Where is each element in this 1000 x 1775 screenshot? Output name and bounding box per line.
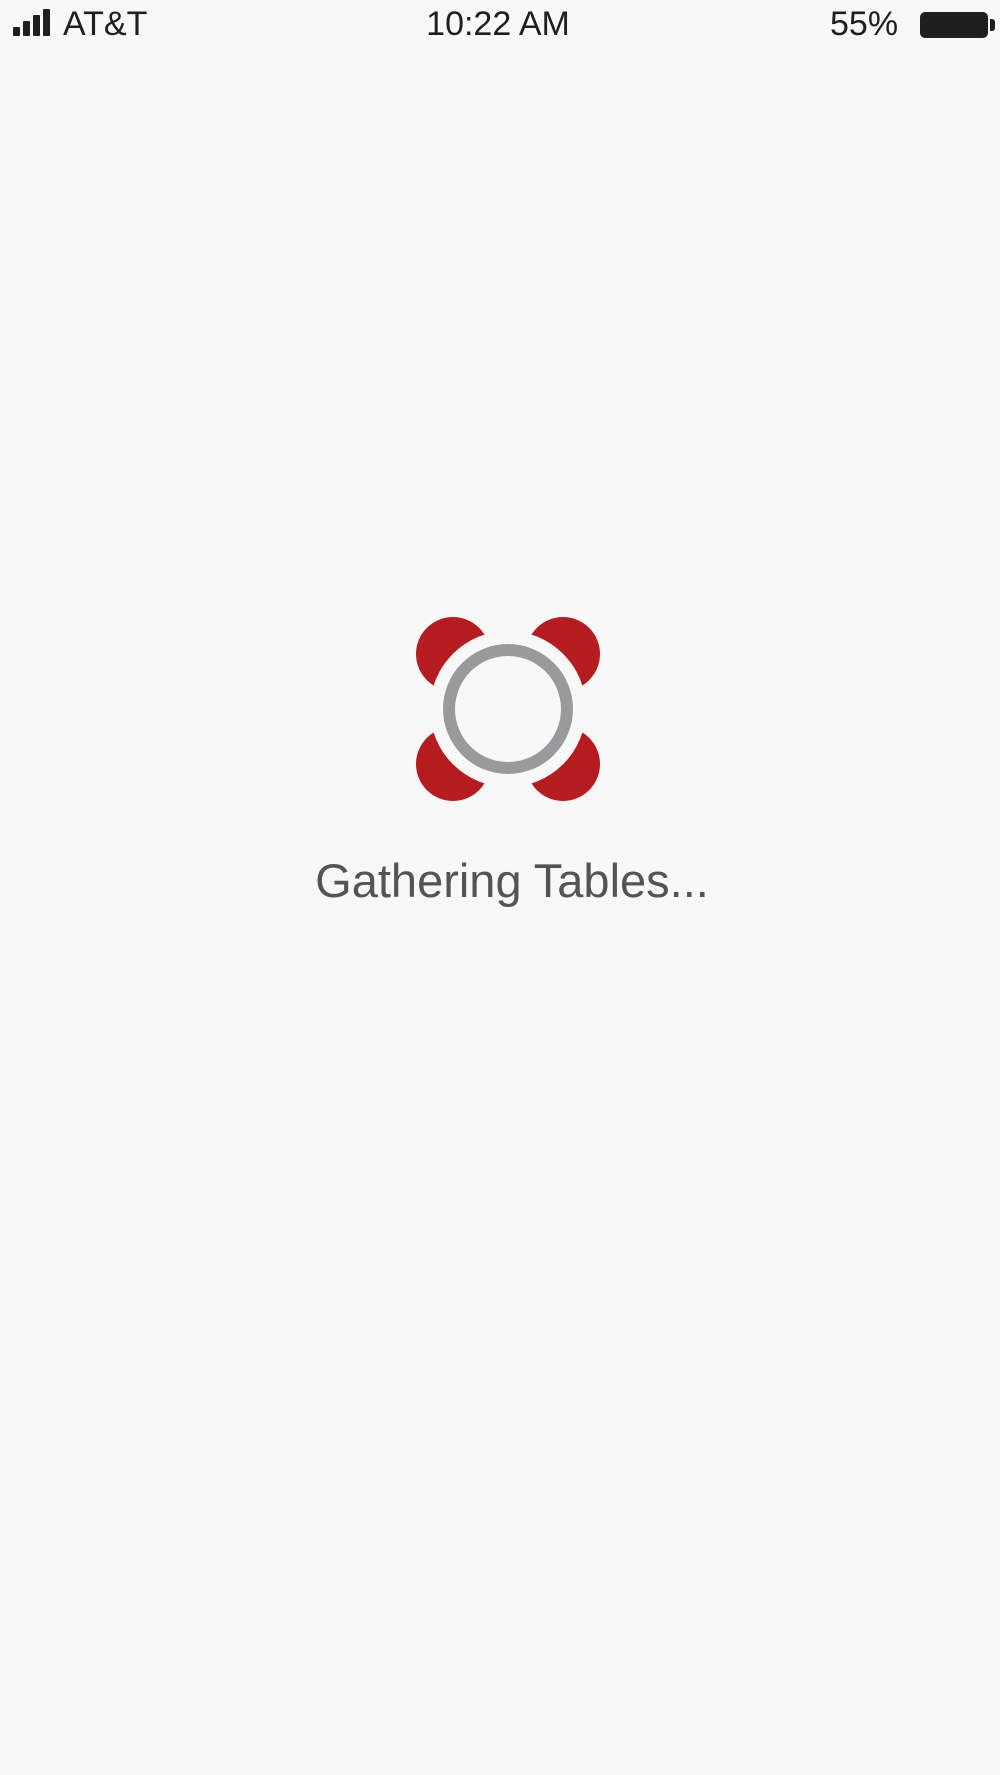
battery-percentage: 55% [830, 5, 899, 43]
status-bar: AT&T 10:22 AM 55% [0, 0, 1000, 50]
battery-icon [920, 12, 988, 38]
tables-logo-icon [413, 614, 603, 804]
battery-terminal [990, 19, 995, 31]
loading-message: Gathering Tables... [315, 854, 709, 907]
